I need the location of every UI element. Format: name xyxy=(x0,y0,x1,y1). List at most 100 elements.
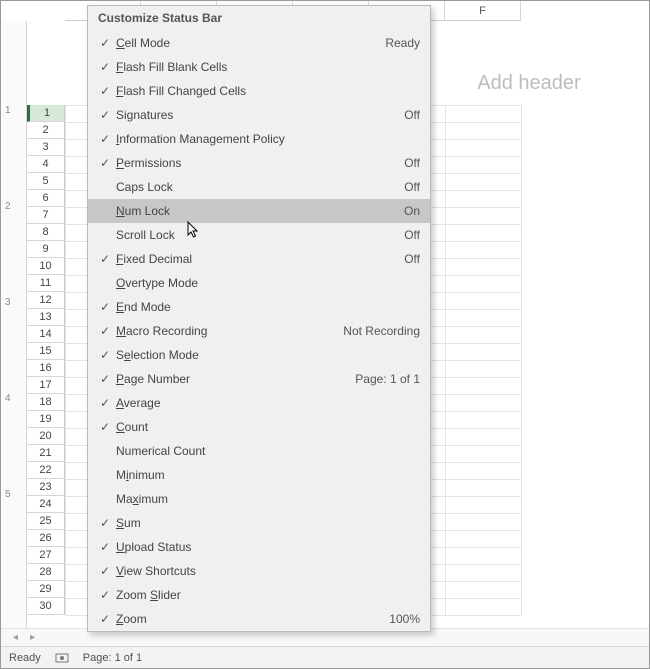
menu-item-overtype-mode[interactable]: Overtype Mode xyxy=(88,271,430,295)
row-header[interactable]: 14 xyxy=(27,326,65,343)
row-header[interactable]: 21 xyxy=(27,445,65,462)
page-header-placeholder[interactable]: Add header xyxy=(409,61,649,105)
cell[interactable] xyxy=(446,480,522,497)
cell[interactable] xyxy=(446,242,522,259)
menu-item-upload-status[interactable]: ✓Upload Status xyxy=(88,535,430,559)
row-header[interactable]: 25 xyxy=(27,513,65,530)
menu-item-flash-fill-changed-cells[interactable]: ✓Flash Fill Changed Cells xyxy=(88,79,430,103)
menu-item-sum[interactable]: ✓Sum xyxy=(88,511,430,535)
cell[interactable] xyxy=(446,208,522,225)
cell[interactable] xyxy=(446,191,522,208)
row-header[interactable]: 28 xyxy=(27,564,65,581)
menu-item-num-lock[interactable]: Num LockOn xyxy=(88,199,430,223)
cell[interactable] xyxy=(446,310,522,327)
menu-item-numerical-count[interactable]: Numerical Count xyxy=(88,439,430,463)
menu-item-signatures[interactable]: ✓SignaturesOff xyxy=(88,103,430,127)
menu-title: Customize Status Bar xyxy=(88,6,430,31)
cell[interactable] xyxy=(446,565,522,582)
row-header[interactable]: 22 xyxy=(27,462,65,479)
cell[interactable] xyxy=(446,123,522,140)
row-header[interactable]: 26 xyxy=(27,530,65,547)
row-header[interactable]: 6 xyxy=(27,190,65,207)
cell[interactable] xyxy=(446,174,522,191)
row-header[interactable]: 23 xyxy=(27,479,65,496)
menu-item-macro-recording[interactable]: ✓Macro RecordingNot Recording xyxy=(88,319,430,343)
menu-item-fixed-decimal[interactable]: ✓Fixed DecimalOff xyxy=(88,247,430,271)
row-header[interactable]: 16 xyxy=(27,360,65,377)
menu-item-maximum[interactable]: Maximum xyxy=(88,487,430,511)
checkmark-icon: ✓ xyxy=(94,540,116,554)
cell[interactable] xyxy=(446,361,522,378)
menu-item-average[interactable]: ✓Average xyxy=(88,391,430,415)
row-headers: 1234567891011121314151617181920212223242… xyxy=(27,21,65,646)
row-header[interactable]: 18 xyxy=(27,394,65,411)
cell[interactable] xyxy=(446,514,522,531)
cell[interactable] xyxy=(446,429,522,446)
cell[interactable] xyxy=(446,259,522,276)
cell[interactable] xyxy=(446,582,522,599)
menu-item-zoom[interactable]: ✓Zoom100% xyxy=(88,607,430,631)
macro-record-icon[interactable] xyxy=(55,652,69,664)
checkmark-icon: ✓ xyxy=(94,396,116,410)
menu-item-permissions[interactable]: ✓PermissionsOff xyxy=(88,151,430,175)
menu-item-view-shortcuts[interactable]: ✓View Shortcuts xyxy=(88,559,430,583)
cell[interactable] xyxy=(446,412,522,429)
row-header[interactable]: 30 xyxy=(27,598,65,615)
cell[interactable] xyxy=(446,446,522,463)
cell[interactable] xyxy=(446,327,522,344)
menu-item-end-mode[interactable]: ✓End Mode xyxy=(88,295,430,319)
menu-item-caps-lock[interactable]: Caps LockOff xyxy=(88,175,430,199)
cell[interactable] xyxy=(446,276,522,293)
row-header[interactable]: 5 xyxy=(27,173,65,190)
cell[interactable] xyxy=(446,548,522,565)
menu-item-minimum[interactable]: Minimum xyxy=(88,463,430,487)
cell[interactable] xyxy=(446,531,522,548)
cell[interactable] xyxy=(446,378,522,395)
menu-item-scroll-lock[interactable]: Scroll LockOff xyxy=(88,223,430,247)
row-header[interactable]: 12 xyxy=(27,292,65,309)
status-bar[interactable]: Ready Page: 1 of 1 xyxy=(1,646,649,668)
row-header[interactable]: 9 xyxy=(27,241,65,258)
menu-item-page-number[interactable]: ✓Page NumberPage: 1 of 1 xyxy=(88,367,430,391)
menu-item-information-management-policy[interactable]: ✓Information Management Policy xyxy=(88,127,430,151)
row-header[interactable]: 19 xyxy=(27,411,65,428)
menu-item-label: Signatures xyxy=(116,108,396,122)
customize-status-bar-menu[interactable]: Customize Status Bar ✓Cell ModeReady✓Fla… xyxy=(87,5,431,632)
menu-item-cell-mode[interactable]: ✓Cell ModeReady xyxy=(88,31,430,55)
row-header[interactable]: 10 xyxy=(27,258,65,275)
menu-item-state: Off xyxy=(396,180,420,194)
row-header[interactable]: 2 xyxy=(27,122,65,139)
cell[interactable] xyxy=(446,157,522,174)
cell[interactable] xyxy=(446,395,522,412)
row-header[interactable]: 7 xyxy=(27,207,65,224)
tab-prev-icon[interactable]: ◂ xyxy=(13,632,18,643)
cell[interactable] xyxy=(446,140,522,157)
row-header[interactable]: 11 xyxy=(27,275,65,292)
cell[interactable] xyxy=(446,497,522,514)
row-header[interactable]: 27 xyxy=(27,547,65,564)
row-header[interactable]: 20 xyxy=(27,428,65,445)
tab-next-icon[interactable]: ▸ xyxy=(30,632,35,643)
column-header-f[interactable]: F xyxy=(445,1,521,21)
cell[interactable] xyxy=(446,463,522,480)
menu-item-state: 100% xyxy=(381,612,420,626)
row-header[interactable]: 8 xyxy=(27,224,65,241)
cell[interactable] xyxy=(446,293,522,310)
menu-item-state: Page: 1 of 1 xyxy=(347,372,420,386)
row-header[interactable]: 17 xyxy=(27,377,65,394)
row-header[interactable]: 3 xyxy=(27,139,65,156)
cell[interactable] xyxy=(446,106,522,123)
row-header[interactable]: 29 xyxy=(27,581,65,598)
row-header[interactable]: 15 xyxy=(27,343,65,360)
menu-item-selection-mode[interactable]: ✓Selection Mode xyxy=(88,343,430,367)
menu-item-zoom-slider[interactable]: ✓Zoom Slider xyxy=(88,583,430,607)
row-header[interactable]: 13 xyxy=(27,309,65,326)
cell[interactable] xyxy=(446,599,522,616)
cell[interactable] xyxy=(446,344,522,361)
cell[interactable] xyxy=(446,225,522,242)
row-header[interactable]: 4 xyxy=(27,156,65,173)
menu-item-count[interactable]: ✓Count xyxy=(88,415,430,439)
row-header[interactable]: 24 xyxy=(27,496,65,513)
menu-item-flash-fill-blank-cells[interactable]: ✓Flash Fill Blank Cells xyxy=(88,55,430,79)
row-header[interactable]: 1 xyxy=(27,105,65,122)
